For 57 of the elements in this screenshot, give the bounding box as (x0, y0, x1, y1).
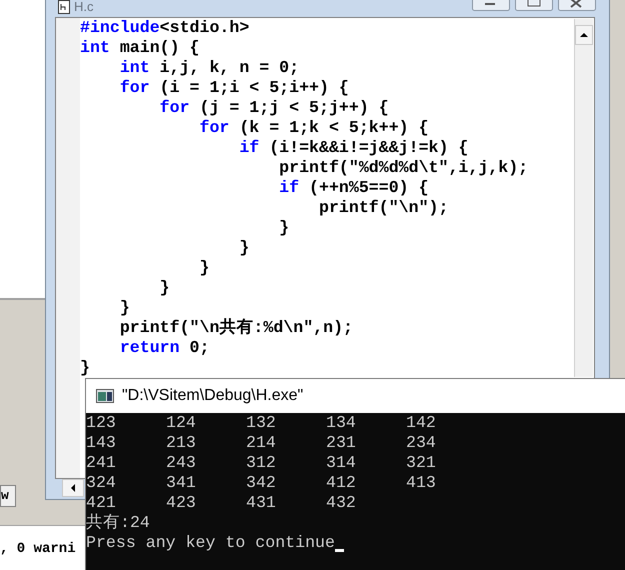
build-output: , 0 warni (0, 540, 76, 559)
console-title: "D:\VSitem\Debug\H.exe" (122, 386, 304, 406)
console-prompt: Press any key to continue (86, 533, 335, 553)
output-number: 341 (166, 473, 197, 493)
code-line: printf("\n"); (318, 198, 450, 218)
code-line: } (238, 238, 250, 258)
code-line: if (i!=k&&i!=j&&j!=k) { (238, 138, 470, 158)
output-number: 234 (406, 433, 437, 453)
code-line: } (278, 218, 290, 238)
output-number: 321 (406, 453, 437, 473)
code-line: int i,j, k, n = 0; (118, 58, 300, 78)
output-line: 共有:24 (86, 513, 150, 533)
output-number: 412 (326, 473, 357, 493)
output-number: 324 (86, 473, 117, 493)
output-number: 431 (246, 493, 277, 513)
close-button[interactable] (558, 0, 596, 11)
output-number: 243 (166, 453, 197, 473)
code-line: for (i = 1;i < 5;i++) { (118, 78, 350, 98)
workspace-tab[interactable]: w (0, 485, 16, 507)
output-number: 241 (86, 453, 117, 473)
output-number: 314 (326, 453, 357, 473)
output-number: 134 (326, 413, 357, 433)
output-number: 124 (166, 413, 197, 433)
console-icon (96, 389, 114, 403)
output-number: 312 (246, 453, 277, 473)
code-line: } (198, 258, 210, 278)
code-line: printf("\n共有:%d\n",n); (118, 318, 354, 338)
file-icon (58, 0, 70, 14)
output-number: 132 (246, 413, 277, 433)
output-number: 432 (326, 493, 357, 513)
code-line: #include<stdio.h> (80, 18, 250, 38)
scroll-left-button[interactable] (62, 479, 84, 497)
code-line: if (++n%5==0) { (278, 178, 430, 198)
output-number: 143 (86, 433, 117, 453)
code-line: return 0; (118, 338, 210, 358)
output-number: 213 (166, 433, 197, 453)
code-line: for (k = 1;k < 5;k++) { (198, 118, 430, 138)
code-line: } (158, 278, 171, 298)
minimize-button[interactable] (472, 0, 510, 11)
output-number: 214 (246, 433, 277, 453)
output-number: 142 (406, 413, 437, 433)
output-number: 123 (86, 413, 117, 433)
code-line: for (j = 1;j < 5;j++) { (158, 98, 390, 118)
scroll-up-button[interactable] (575, 25, 593, 45)
code-line: printf("%d%d%d\t",i,j,k); (278, 158, 528, 178)
output-number: 231 (326, 433, 357, 453)
output-number: 342 (246, 473, 277, 493)
code-line: } (118, 298, 131, 318)
code-line: } (80, 358, 91, 378)
output-number: 413 (406, 473, 437, 493)
output-number: 421 (86, 493, 117, 513)
window-title: H.c (74, 0, 94, 14)
restore-button[interactable] (515, 0, 553, 11)
text-cursor (334, 549, 344, 552)
output-number: 423 (166, 493, 197, 513)
code-line: int main() { (80, 38, 200, 58)
vertical-scrollbar[interactable] (574, 19, 593, 377)
